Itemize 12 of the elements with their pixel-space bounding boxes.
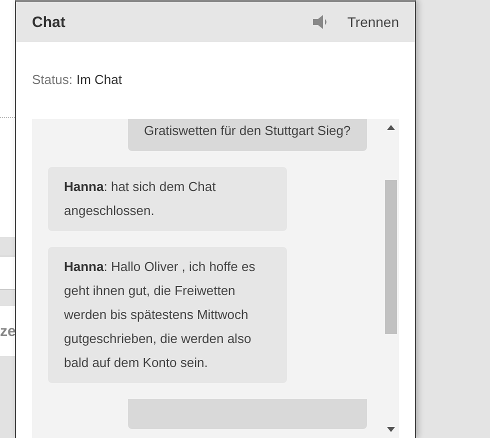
scroll-up-icon[interactable] — [387, 125, 395, 130]
scrollbar-thumb[interactable] — [385, 180, 397, 334]
chat-title: Chat — [32, 14, 66, 30]
status-value: Im Chat — [76, 72, 122, 89]
status-label: Status: — [32, 72, 72, 89]
chat-message: Hanna: Hallo Oliver , ich hoffe es geht ihnen gut, die Freiwetten werden bis spätestens Mittwoch gutgeschrieben, die werden also bald auf dem Konto sein. — [48, 247, 287, 383]
disconnect-button[interactable]: Trennen — [347, 14, 399, 30]
background-text: ze — [0, 322, 15, 340]
chat-message: Gratiswetten für den Stuttgart Sieg? — [128, 119, 367, 151]
scroll-down-icon[interactable] — [387, 427, 395, 432]
chat-message: Hanna: hat sich dem Chat angeschlossen. — [48, 167, 287, 231]
speaker-icon[interactable] — [313, 15, 330, 29]
